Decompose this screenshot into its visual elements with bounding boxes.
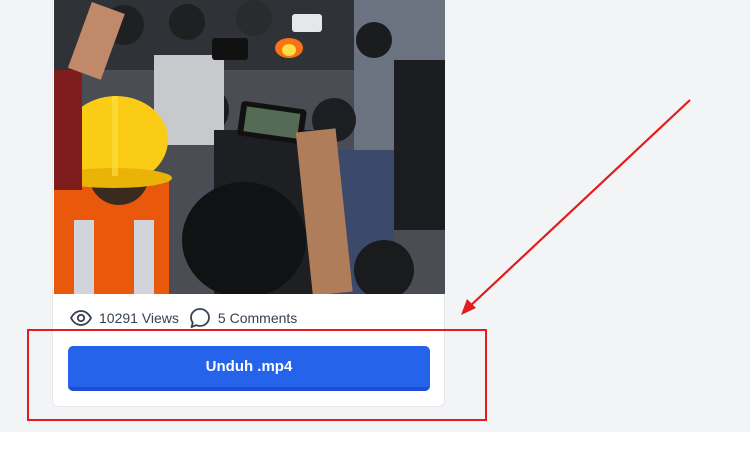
annotation-arrow-icon (461, 99, 691, 315)
